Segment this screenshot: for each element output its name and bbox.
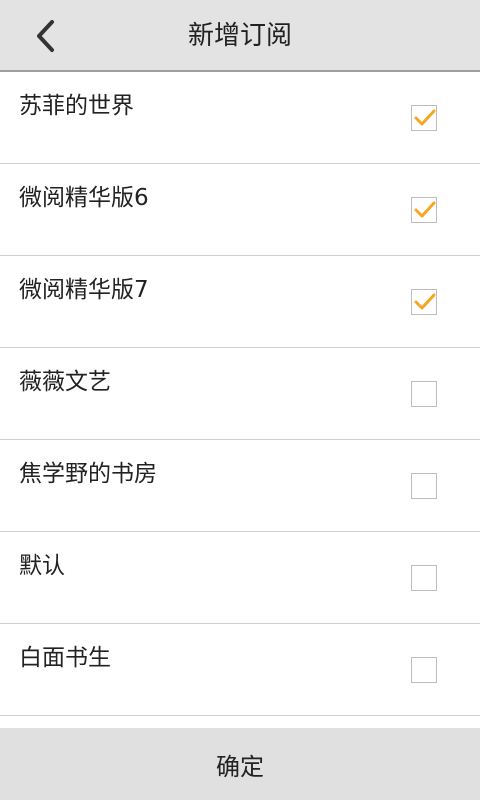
list-item-label: 微阅精华版7 [19, 277, 149, 303]
confirm-button[interactable]: 确定 [0, 728, 480, 800]
checkbox[interactable] [411, 197, 437, 223]
checkbox[interactable] [411, 565, 437, 591]
checkbox[interactable] [411, 657, 437, 683]
list-item[interactable]: 白面书生 [0, 624, 480, 716]
list-item[interactable]: 薇薇文艺 [0, 348, 480, 440]
checkmark-icon [414, 201, 436, 218]
checkbox[interactable] [411, 381, 437, 407]
list-item-label: 默认 [19, 553, 65, 579]
checkbox[interactable] [411, 105, 437, 131]
top-bar: 新增订阅 [0, 0, 480, 72]
list-item[interactable]: 微阅精华版7 [0, 256, 480, 348]
checkmark-icon [414, 293, 436, 310]
list-item-label: 微阅精华版6 [19, 185, 149, 211]
list-item-label: 白面书生 [19, 645, 111, 671]
list-item[interactable]: 默认 [0, 532, 480, 624]
list-item-label: 苏菲的世界 [19, 93, 134, 119]
checkmark-icon [414, 109, 436, 126]
list-item-label: 焦学野的书房 [19, 461, 157, 487]
page-title: 新增订阅 [187, 21, 292, 51]
list-item[interactable]: 苏菲的世界 [0, 72, 480, 164]
list-item[interactable]: 焦学野的书房 [0, 440, 480, 532]
confirm-button-label: 确定 [216, 752, 264, 781]
checkbox[interactable] [411, 473, 437, 499]
checkbox[interactable] [411, 289, 437, 315]
subscription-list: 苏菲的世界 微阅精华版6 微阅精华版7 薇薇文艺 焦学野的书房 默认 白面书生 [0, 72, 480, 716]
list-item-label: 薇薇文艺 [19, 369, 111, 395]
list-item[interactable]: 微阅精华版6 [0, 164, 480, 256]
